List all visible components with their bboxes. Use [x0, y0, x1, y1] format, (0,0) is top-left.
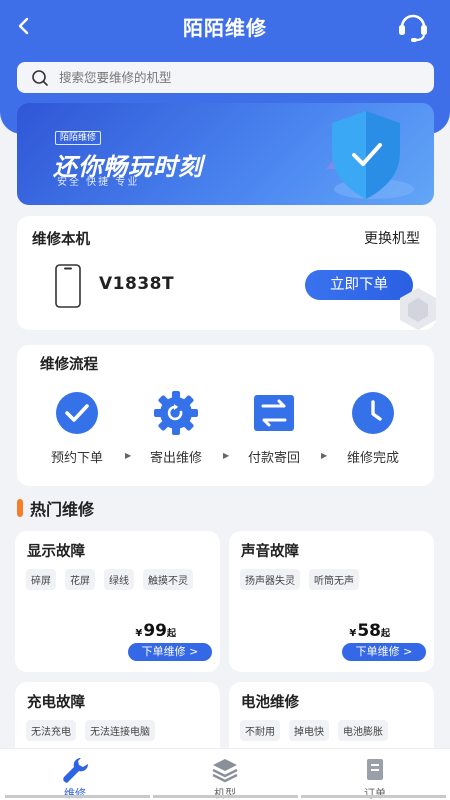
fault-tag[interactable]: 无法连接电脑: [85, 720, 155, 741]
fault-tags: 不耐用 掉电快 电池膨胀: [240, 720, 430, 741]
banner-subtitle: 安全 快捷 专业: [57, 177, 140, 188]
fault-tags: 无法充电 无法连接电脑: [26, 720, 216, 741]
tab-models[interactable]: 机型: [185, 756, 265, 800]
price: ¥58起: [349, 621, 390, 641]
order-icon: [367, 759, 383, 780]
fault-tags: 扬声器失灵 听筒无声: [240, 569, 430, 590]
fault-tag[interactable]: 扬声器失灵: [240, 569, 300, 590]
flow-step-label: 寄出维修: [149, 451, 202, 466]
fault-tag[interactable]: 听筒无声: [309, 569, 359, 590]
gear-icon: [154, 391, 198, 435]
flow-step-label: 付款寄回: [247, 451, 300, 466]
swap-icon: [254, 395, 294, 431]
flow-arrow-icon: ▶: [321, 451, 328, 460]
fault-tag[interactable]: 无法充电: [26, 720, 76, 741]
fault-tag[interactable]: 掉电快: [289, 720, 329, 741]
fault-card-display[interactable]: 显示故障 碎屏 花屏 绿线 触摸不灵 ¥99起 下单维修 >: [15, 531, 220, 672]
fault-card-title: 显示故障: [27, 544, 85, 560]
banner-tag: 陌陌维修: [55, 131, 102, 145]
hot-repair-heading: 热门维修: [17, 496, 94, 520]
flow-step-label: 预约下单: [50, 451, 103, 466]
shield-check-icon: [326, 111, 414, 199]
promo-banner[interactable]: 陌陌维修 还你畅玩时刻 安全 快捷 专业: [17, 103, 434, 205]
tab-indicator: [153, 795, 298, 798]
device-card: 维修本机 更换机型 V1838T 立即下单: [17, 216, 436, 330]
heading-accent-bar: [17, 499, 23, 517]
wrench-icon: [63, 757, 89, 783]
search-icon: [32, 69, 48, 86]
fault-card-title: 声音故障: [241, 544, 299, 560]
clock-icon: [352, 392, 394, 434]
device-model: V1838T: [99, 274, 175, 294]
search-bar[interactable]: [17, 62, 434, 93]
search-input[interactable]: [59, 70, 399, 85]
flow-arrow-icon: ▶: [223, 451, 230, 460]
tab-indicator: [301, 795, 446, 798]
fault-tag[interactable]: 电池膨胀: [338, 720, 388, 741]
fault-tag[interactable]: 触摸不灵: [143, 569, 193, 590]
hexagon-decoration-icon: [400, 288, 436, 330]
tab-repair[interactable]: 维修: [35, 756, 115, 800]
fault-tag[interactable]: 花屏: [65, 569, 95, 590]
headset-icon[interactable]: [396, 9, 430, 43]
flow-arrow-icon: ▶: [125, 451, 132, 460]
tab-orders[interactable]: 订单: [335, 756, 415, 800]
change-model-link[interactable]: 更换机型: [364, 228, 420, 248]
flow-step-payment: 付款寄回: [234, 391, 314, 466]
order-repair-button[interactable]: 下单维修 >: [128, 643, 212, 661]
fault-card-sound[interactable]: 声音故障 扬声器失灵 听筒无声 ¥58起 下单维修 >: [229, 531, 434, 672]
flow-step-complete: 维修完成: [333, 391, 413, 466]
fault-tag[interactable]: 不耐用: [240, 720, 280, 741]
layers-icon: [212, 759, 238, 783]
fault-tags: 碎屏 花屏 绿线 触摸不灵: [26, 569, 216, 590]
hot-repair-title: 热门维修: [30, 500, 95, 519]
top-bar: 陌陌维修: [0, 0, 450, 52]
page-title: 陌陌维修: [183, 15, 267, 40]
phone-icon: [55, 264, 81, 308]
flow-step-appointment: 预约下单: [37, 391, 117, 466]
fault-card-title: 充电故障: [27, 695, 85, 711]
device-card-title: 维修本机: [32, 232, 90, 248]
check-circle-icon: [56, 392, 98, 434]
repair-flow-card: 维修流程 预约下单 ▶ 寄出维修 ▶ 付款寄回 ▶ 维修完成: [17, 345, 434, 486]
bottom-tab-bar: 维修 机型 订单: [0, 748, 450, 800]
flow-step-label: 维修完成: [346, 451, 399, 466]
fault-card-title: 电池维修: [241, 695, 299, 711]
back-icon[interactable]: [12, 12, 38, 40]
order-repair-button[interactable]: 下单维修 >: [342, 643, 426, 661]
tab-indicator: [5, 795, 150, 798]
fault-tag[interactable]: 绿线: [104, 569, 134, 590]
fault-tag[interactable]: 碎屏: [26, 569, 56, 590]
price: ¥99起: [135, 621, 176, 641]
repair-flow-title: 维修流程: [40, 357, 98, 373]
flow-step-send: 寄出维修: [136, 391, 216, 466]
